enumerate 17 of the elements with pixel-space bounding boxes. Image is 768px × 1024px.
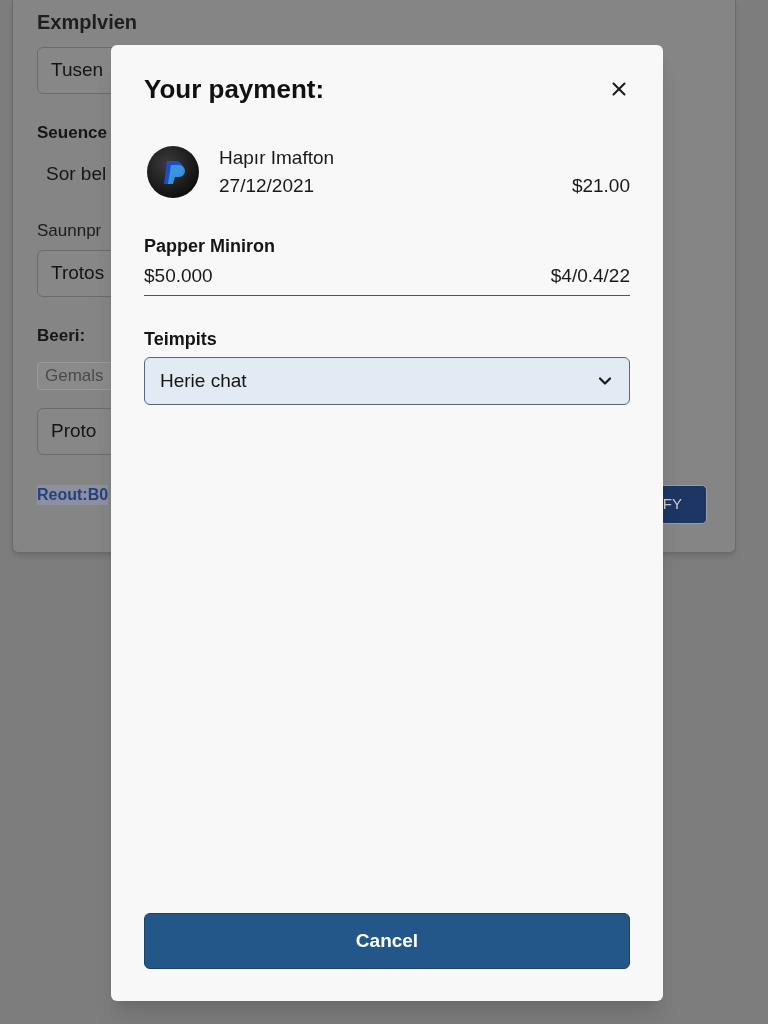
form-heading: Exmplvien: [37, 10, 138, 34]
section-value: $4/0.4/22: [550, 264, 630, 288]
field-label: Saunnpr: [37, 221, 102, 241]
select-label: Teimpits: [144, 328, 217, 351]
payment-date: 27/12/2021: [219, 174, 315, 198]
payee-name: Hapır Imafton: [219, 146, 335, 170]
cancel-button[interactable]: Cancel: [144, 913, 630, 969]
section-amount: $50.000: [144, 264, 213, 288]
section-title: Papper Miniron: [144, 235, 275, 258]
form-link[interactable]: Reout:B0: [37, 485, 109, 505]
payment-logo-icon: [147, 146, 199, 198]
payment-amount: $21.00: [571, 174, 630, 198]
field-label: Seuence: [37, 123, 107, 143]
field-label: Beeri:: [37, 326, 86, 346]
chat-select[interactable]: Herie chat: [144, 357, 630, 405]
dialog-title: Your payment:: [144, 72, 325, 106]
field-value: Sor bel: [46, 162, 107, 186]
